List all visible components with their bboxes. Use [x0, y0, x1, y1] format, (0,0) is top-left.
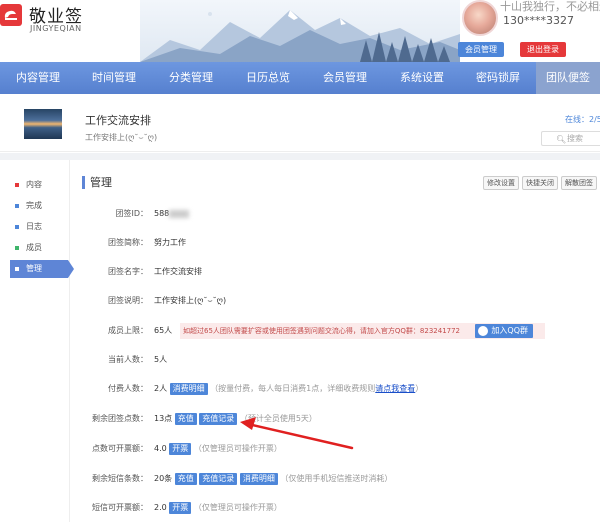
annotation-arrow [240, 417, 354, 450]
